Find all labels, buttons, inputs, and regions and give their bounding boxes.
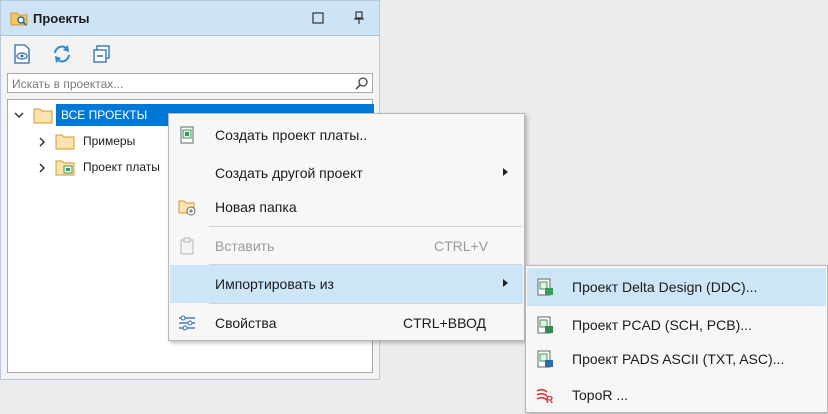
menu-item-create-board-project[interactable]: Создать проект платы.. (170, 116, 523, 154)
new-folder-icon (178, 200, 196, 216)
search-placeholder: Искать в проектах... (12, 77, 124, 91)
submenu-arrow-icon (503, 279, 508, 287)
pin-icon[interactable] (352, 11, 366, 25)
refresh-icon[interactable] (51, 43, 73, 65)
menu-label: Проект Delta Design (DDC)... (572, 279, 758, 295)
search-icon[interactable] (355, 76, 369, 90)
board-project-folder-icon (55, 160, 75, 176)
menu-label: Новая папка (215, 199, 297, 215)
tree-label-all-projects: ВСЕ ПРОЕКТЫ (61, 108, 148, 122)
collapse-all-icon[interactable] (91, 43, 113, 65)
submenu-arrow-icon (503, 168, 508, 176)
context-menu: Создать проект платы.. Создать другой пр… (168, 113, 525, 341)
topor-logo-icon: R (536, 388, 554, 404)
tree-row-board-project[interactable]: Проект платы (8, 156, 168, 178)
menu-shortcut: CTRL+V (434, 238, 489, 254)
projects-folder-search-icon (10, 12, 28, 26)
tree-label-board-project: Проект платы (83, 160, 160, 174)
menu-label: Проект PCAD (SCH, PCB)... (572, 317, 752, 333)
pads-project-icon (537, 350, 553, 368)
submenu-item-pads-ascii[interactable]: Проект PADS ASCII (TXT, ASC)... (527, 340, 826, 378)
delta-design-project-icon (537, 278, 553, 296)
panel-header: Проекты (1, 1, 379, 36)
clipboard-icon (180, 237, 194, 255)
panel-title: Проекты (33, 11, 90, 26)
menu-label: Создать проект платы.. (215, 127, 368, 143)
submenu-item-pcad[interactable]: Проект PCAD (SCH, PCB)... (527, 306, 826, 344)
properties-sliders-icon (179, 315, 195, 331)
board-project-icon (180, 126, 194, 144)
folder-icon (33, 108, 53, 124)
menu-item-paste: Вставить CTRL+V (170, 227, 523, 265)
menu-item-properties[interactable]: Свойства CTRL+ВВОД (170, 304, 523, 342)
panel-toolbar (1, 37, 379, 71)
svg-text:R: R (546, 395, 554, 404)
chevron-down-icon[interactable] (14, 111, 24, 119)
menu-item-create-other-project[interactable]: Создать другой проект (170, 154, 523, 192)
menu-label: Создать другой проект (215, 165, 363, 181)
menu-item-new-folder[interactable]: Новая папка (170, 188, 523, 226)
submenu-item-delta-design[interactable]: Проект Delta Design (DDC)... (527, 268, 826, 306)
chevron-right-icon[interactable] (38, 137, 46, 147)
pcad-project-icon (537, 316, 553, 334)
import-submenu: Проект Delta Design (DDC)... Проект PCAD… (525, 265, 828, 413)
menu-label: Свойства (215, 315, 277, 331)
chevron-right-icon[interactable] (38, 163, 46, 173)
menu-item-import-from[interactable]: Импортировать из (170, 265, 523, 303)
maximize-icon[interactable] (311, 11, 325, 25)
view-document-icon[interactable] (11, 43, 33, 65)
menu-label: Вставить (215, 238, 275, 254)
search-input[interactable]: Искать в проектах... (7, 73, 373, 93)
tree-row-examples[interactable]: Примеры (8, 130, 168, 152)
submenu-item-topor[interactable]: R TopoR ... (527, 376, 826, 414)
menu-label: Проект PADS ASCII (TXT, ASC)... (572, 351, 785, 367)
menu-label: Импортировать из (215, 276, 334, 292)
folder-icon (55, 134, 75, 150)
tree-label-examples: Примеры (83, 134, 136, 148)
menu-label: TopoR ... (572, 387, 629, 403)
menu-shortcut: CTRL+ВВОД (403, 315, 487, 331)
